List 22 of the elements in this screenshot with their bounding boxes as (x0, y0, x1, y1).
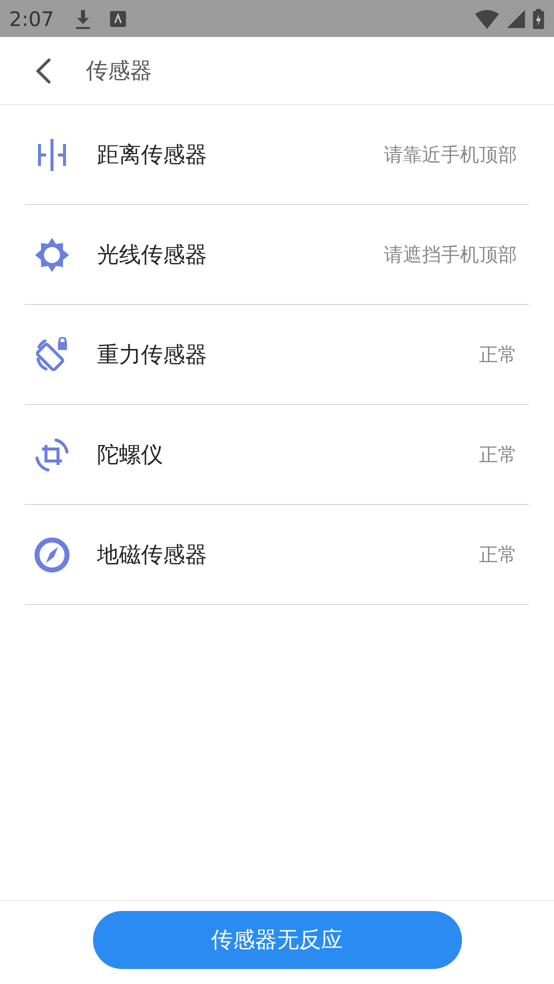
sensor-name: 陀螺仪 (97, 442, 164, 470)
sensor-status: 正常 (479, 342, 517, 368)
sensor-status: 正常 (479, 442, 517, 468)
sensor-status: 正常 (479, 542, 517, 568)
sensor-status: 请遮挡手机顶部 (384, 242, 517, 268)
battery-icon (533, 8, 544, 28)
signal-icon (507, 10, 525, 28)
sensor-name: 地磁传感器 (97, 542, 208, 570)
rotate-crop-icon (34, 436, 70, 472)
sensor-status: 请靠近手机顶部 (384, 142, 517, 168)
download-icon (74, 8, 92, 30)
no-response-button[interactable]: 传感器无反应 (92, 910, 462, 968)
sensor-name: 光线传感器 (97, 242, 208, 270)
wifi-icon (475, 8, 499, 28)
sun-icon (34, 236, 70, 272)
page-title: 传感器 (86, 58, 152, 86)
rotation-lock-icon (34, 336, 70, 372)
clock-time: 2:07 (9, 6, 54, 30)
sensor-name: 重力传感器 (97, 342, 208, 370)
compass-icon (34, 536, 70, 572)
sensor-name: 距离传感器 (97, 142, 208, 170)
back-icon[interactable] (34, 56, 52, 84)
